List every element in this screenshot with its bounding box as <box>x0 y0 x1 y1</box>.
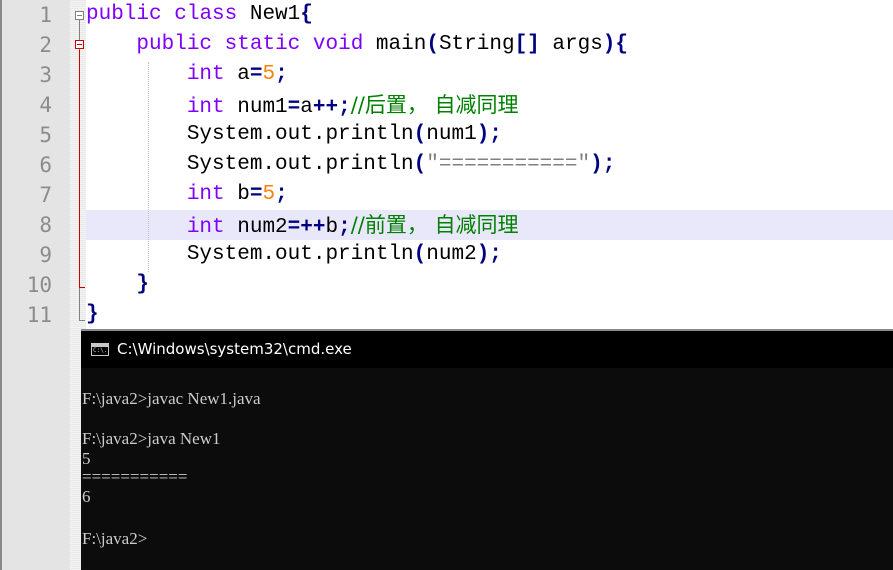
code-token: void <box>312 33 364 56</box>
cmd-output-line: 5 <box>82 449 91 468</box>
fold-toggle-method-icon[interactable] <box>75 40 84 49</box>
code-token: public <box>136 33 213 56</box>
line-number: 7 <box>39 183 52 207</box>
code-token: main <box>363 33 427 56</box>
code-token: ( <box>413 123 427 146</box>
code-token: [] <box>514 33 540 56</box>
code-token: System.out.println <box>86 153 414 176</box>
line-number: 10 <box>26 273 52 297</box>
cmd-icon-label: C:\. <box>93 347 108 354</box>
code-token: System.out.println <box>86 243 414 266</box>
code-token: class <box>174 3 238 26</box>
cmd-output-line: =========== <box>82 467 188 486</box>
code-token: = <box>249 63 263 86</box>
code-token: int <box>186 96 225 119</box>
code-token: int <box>186 63 225 86</box>
code-token: =++ <box>287 216 326 239</box>
code-line[interactable]: int num2=++b;//前置， 自减同理 <box>86 210 519 243</box>
code-token: static <box>224 33 301 56</box>
code-comment: //后置， 自减同理 <box>350 93 519 117</box>
code-token: ( <box>413 153 427 176</box>
code-token: String <box>438 33 515 56</box>
code-token: 5 <box>262 183 276 206</box>
code-line[interactable]: System.out.println(num1); <box>86 120 502 150</box>
code-line[interactable]: int b=5; <box>86 180 288 210</box>
code-token: ){ <box>602 33 629 56</box>
code-token: num1 <box>224 96 288 119</box>
line-number: 11 <box>26 303 52 327</box>
code-line[interactable]: int num1=a++;//后置， 自减同理 <box>86 90 519 123</box>
code-line[interactable]: System.out.println(num2); <box>86 240 502 270</box>
cmd-window[interactable]: C:\. C:\Windows\system32\cmd.exe F:\java… <box>81 331 893 570</box>
code-token: b <box>224 183 250 206</box>
fold-line-inner <box>79 50 80 288</box>
code-line[interactable]: System.out.println("==========="); <box>86 150 616 180</box>
code-token: ( <box>426 33 439 56</box>
cmd-title-bar[interactable]: C:\. C:\Windows\system32\cmd.exe <box>81 331 893 368</box>
cmd-window-title: C:\Windows\system32\cmd.exe <box>117 340 352 358</box>
fold-end-inner <box>79 287 85 288</box>
code-token: int <box>186 216 225 239</box>
code-token: ( <box>413 243 427 266</box>
cmd-output-line: F:\java2>javac New1.java <box>82 389 261 408</box>
cmd-output-line: F:\java2>java New1 <box>82 429 221 448</box>
code-token: 5 <box>262 63 276 86</box>
fold-end-outer <box>79 320 85 321</box>
code-token: = <box>287 96 301 119</box>
line-number: 6 <box>39 153 52 177</box>
code-token: a <box>224 63 250 86</box>
line-number: 4 <box>39 93 52 117</box>
code-token: ; <box>275 183 288 206</box>
code-token: = <box>249 183 263 206</box>
code-token: public <box>86 3 162 26</box>
code-token: int <box>186 183 225 206</box>
code-token: ++; <box>312 96 351 119</box>
line-number: 2 <box>39 33 52 57</box>
code-token: } <box>86 303 99 326</box>
code-token: ; <box>338 216 351 239</box>
code-token: ); <box>590 153 616 176</box>
code-token: } <box>136 273 150 296</box>
code-line[interactable]: } <box>86 300 99 330</box>
line-number: 3 <box>39 63 52 87</box>
code-token: ); <box>476 123 502 146</box>
code-line[interactable]: int a=5; <box>86 60 288 90</box>
line-number: 1 <box>39 3 52 27</box>
cmd-output-line: F:\java2> <box>82 529 148 548</box>
cmd-output-line: 6 <box>82 487 91 506</box>
fold-toggle-class-icon[interactable] <box>75 11 84 20</box>
code-comment: //前置， 自减同理 <box>350 213 519 237</box>
code-token: New1 <box>237 3 301 26</box>
code-token: { <box>300 3 313 26</box>
code-token: "===========" <box>426 153 591 176</box>
code-token: ); <box>476 243 502 266</box>
cmd-app-icon: C:\. <box>91 343 109 356</box>
line-number: 5 <box>39 123 52 147</box>
code-token: args <box>539 33 603 56</box>
code-token: System.out.println <box>86 123 414 146</box>
code-token: ; <box>275 63 288 86</box>
code-line[interactable]: public static void main(String[] args){ <box>86 30 628 60</box>
code-token: b <box>325 216 339 239</box>
code-token: num2 <box>224 216 288 239</box>
line-number: 9 <box>39 243 52 267</box>
line-number: 8 <box>39 213 52 237</box>
code-line[interactable]: public class New1{ <box>86 0 313 30</box>
code-token: a <box>300 96 313 119</box>
code-line[interactable]: } <box>86 270 149 300</box>
code-token: num1 <box>426 123 477 146</box>
code-token: num2 <box>426 243 477 266</box>
